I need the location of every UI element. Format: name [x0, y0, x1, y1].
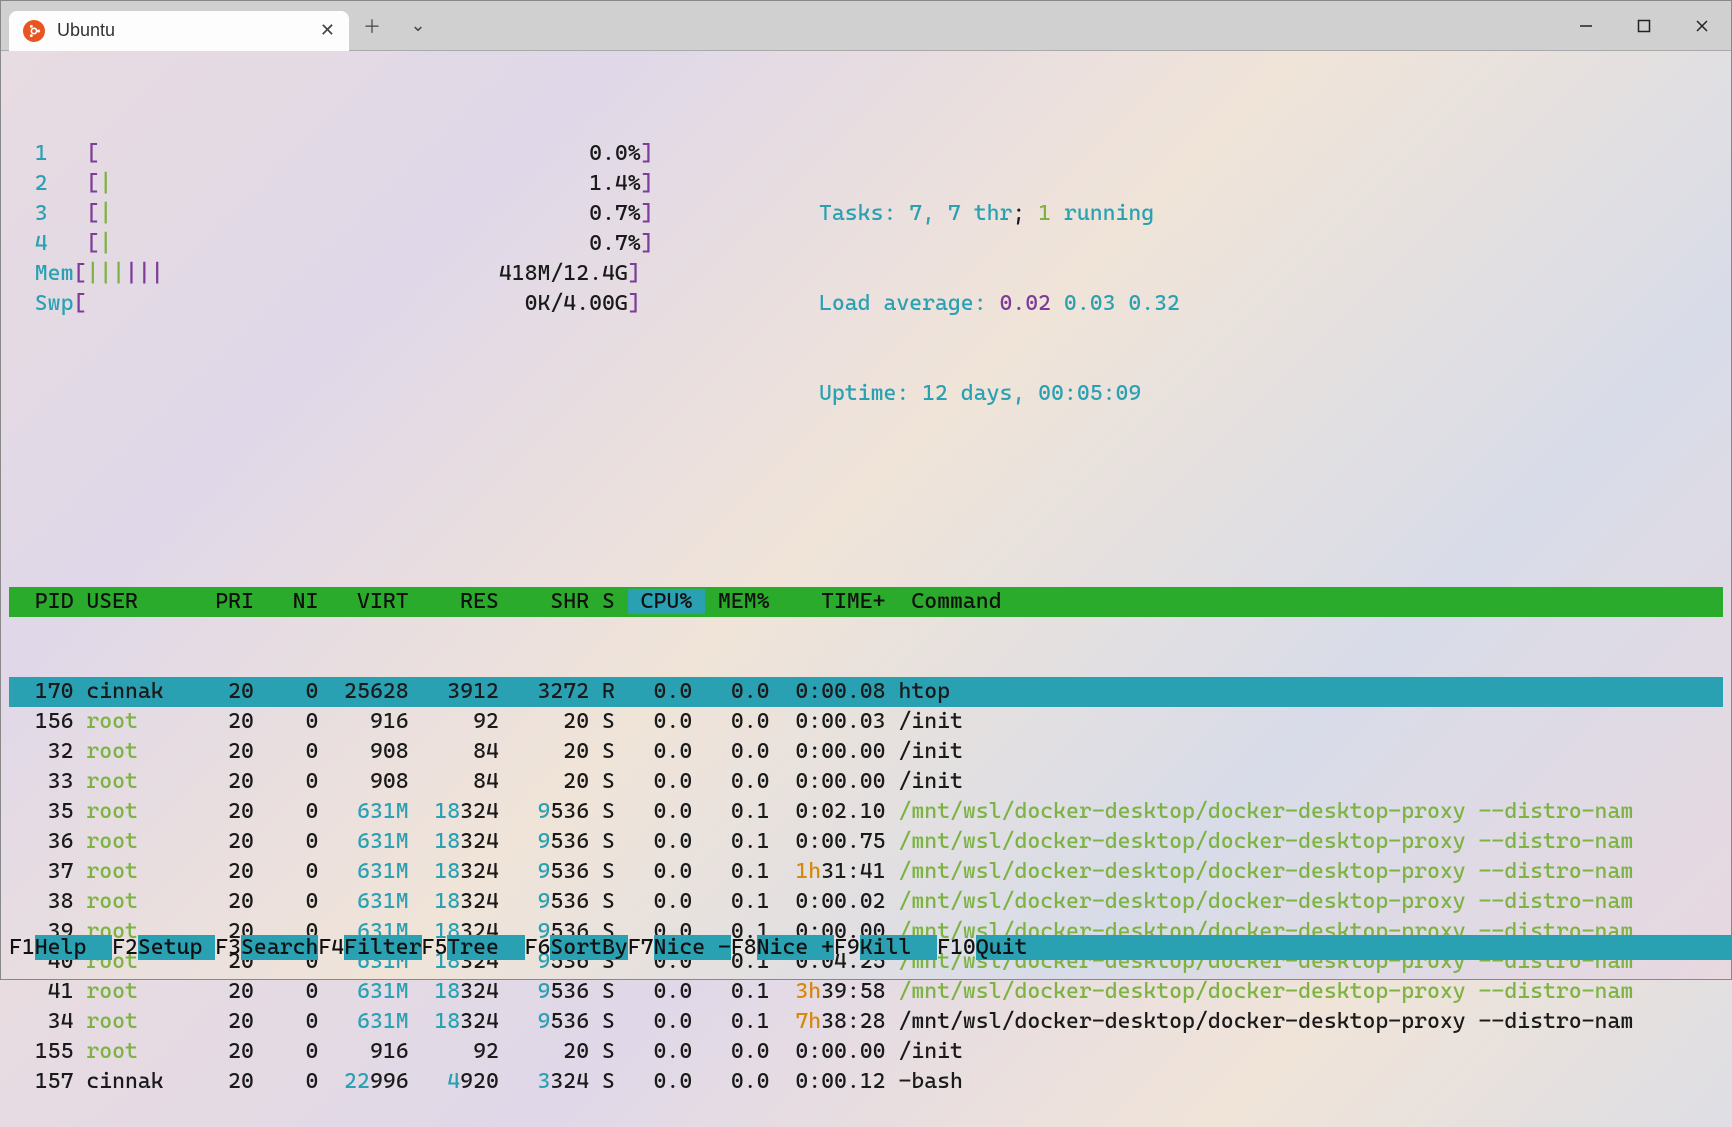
process-row[interactable]: 41 root 20 0 631M 18324 9536 S 0.0 0.1 3…: [9, 977, 1723, 1007]
fkey-F8: F8: [731, 935, 757, 960]
fkey-F6: F6: [525, 935, 551, 960]
fkey-F5: F5: [422, 935, 448, 960]
close-window-button[interactable]: [1673, 1, 1731, 51]
fkey-label-F5[interactable]: Tree: [447, 935, 524, 960]
fkey-F4: F4: [318, 935, 344, 960]
process-row[interactable]: 155 root 20 0 916 92 20 S 0.0 0.0 0:00.0…: [9, 1037, 1723, 1067]
minimize-button[interactable]: [1557, 1, 1615, 51]
cpu-mem-meters: 1 [ 0.0%] 2 [| 1.4%] 3 [| 0.7%] 4 [| 0.7…: [9, 139, 819, 469]
function-key-bar: F1Help F2Setup F3SearchF4FilterF5Tree F6…: [9, 935, 1723, 965]
tab-dropdown-button[interactable]: ⌄: [395, 15, 441, 36]
process-row[interactable]: 32 root 20 0 908 84 20 S 0.0 0.0 0:00.00…: [9, 737, 1723, 767]
fkey-label-F1[interactable]: Help: [35, 935, 112, 960]
process-row[interactable]: 36 root 20 0 631M 18324 9536 S 0.0 0.1 0…: [9, 827, 1723, 857]
fkey-F9: F9: [834, 935, 860, 960]
window-titlebar: Ubuntu ✕ ＋ ⌄: [1, 1, 1731, 51]
fkey-label-F4[interactable]: Filter: [344, 935, 421, 960]
process-table-header[interactable]: PID USER PRI NI VIRT RES SHR S CPU% MEM%…: [9, 587, 1723, 617]
fkey-F7: F7: [628, 935, 654, 960]
cpu-meter-3: 3 [| 0.7%]: [9, 199, 819, 229]
process-row[interactable]: 37 root 20 0 631M 18324 9536 S 0.0 0.1 1…: [9, 857, 1723, 887]
close-tab-icon[interactable]: ✕: [320, 20, 335, 41]
process-row[interactable]: 170 cinnak 20 0 25628 3912 3272 R 0.0 0.…: [9, 677, 1723, 707]
process-row[interactable]: 156 root 20 0 916 92 20 S 0.0 0.0 0:00.0…: [9, 707, 1723, 737]
fkey-F3: F3: [215, 935, 241, 960]
process-table: 170 cinnak 20 0 25628 3912 3272 R 0.0 0.…: [9, 677, 1723, 1097]
ubuntu-icon: [23, 20, 45, 42]
fkey-label-F7[interactable]: Nice -: [654, 935, 731, 960]
fkey-label-F9[interactable]: Kill: [860, 935, 937, 960]
process-row[interactable]: 34 root 20 0 631M 18324 9536 S 0.0 0.1 7…: [9, 1007, 1723, 1037]
maximize-button[interactable]: [1615, 1, 1673, 51]
process-row[interactable]: 33 root 20 0 908 84 20 S 0.0 0.0 0:00.00…: [9, 767, 1723, 797]
uptime-label: Uptime:: [819, 381, 922, 406]
tasks-label: Tasks:: [819, 201, 909, 226]
fkey-label-F3[interactable]: Search: [241, 935, 318, 960]
fkey-label-F2[interactable]: Setup: [138, 935, 215, 960]
tab-title: Ubuntu: [57, 20, 115, 41]
process-row[interactable]: 35 root 20 0 631M 18324 9536 S 0.0 0.1 0…: [9, 797, 1723, 827]
new-tab-button[interactable]: ＋: [349, 13, 395, 39]
fkey-label-F8[interactable]: Nice +: [757, 935, 834, 960]
terminal-output[interactable]: 1 [ 0.0%] 2 [| 1.4%] 3 [| 0.7%] 4 [| 0.7…: [1, 51, 1731, 1127]
mem-meter: Mem[|||||| 418M/12.4G]: [9, 259, 819, 289]
fkey-label-F10[interactable]: Quit: [976, 935, 1028, 960]
fkey-label-F6[interactable]: SortBy: [550, 935, 627, 960]
cpu-meter-1: 1 [ 0.0%]: [9, 139, 819, 169]
summary-panel: Tasks: 7, 7 thr; 1 running Load average:…: [819, 139, 1180, 469]
fkey-F2: F2: [112, 935, 138, 960]
process-row[interactable]: 157 cinnak 20 0 22996 4920 3324 S 0.0 0.…: [9, 1067, 1723, 1097]
fkey-F10: F10: [937, 935, 976, 960]
swp-meter: Swp[ 0K/4.00G]: [9, 289, 819, 319]
fkey-F1: F1: [9, 935, 35, 960]
load-label: Load average:: [819, 291, 999, 316]
cpu-meter-2: 2 [| 1.4%]: [9, 169, 819, 199]
process-row[interactable]: 38 root 20 0 631M 18324 9536 S 0.0 0.1 0…: [9, 887, 1723, 917]
cpu-meter-4: 4 [| 0.7%]: [9, 229, 819, 259]
tab-ubuntu[interactable]: Ubuntu ✕: [9, 11, 349, 51]
